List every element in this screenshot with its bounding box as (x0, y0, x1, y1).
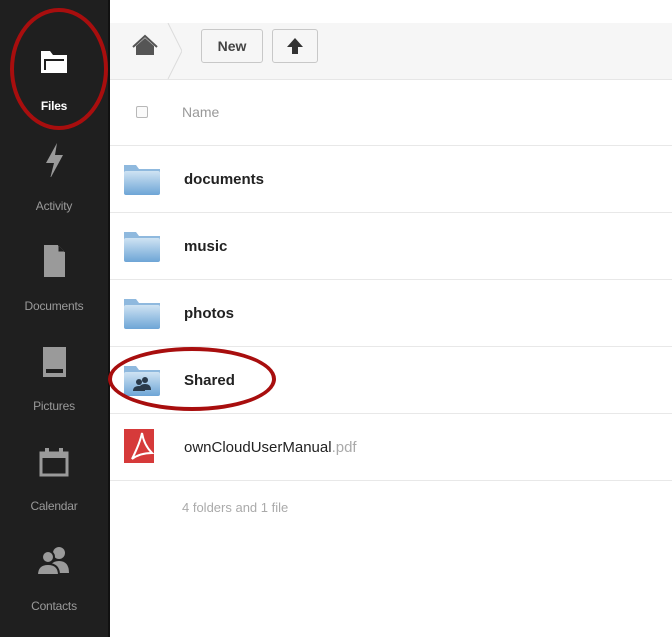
sidebar-item-label: Activity (35, 199, 73, 213)
folder-icon (124, 299, 160, 329)
file-row-documents[interactable]: documents (110, 146, 672, 213)
sidebar-item-label: Calendar (30, 499, 78, 513)
folder-icon (124, 232, 160, 262)
sidebar-item-label: Documents (24, 299, 84, 313)
sidebar-item-calendar[interactable]: Calendar (0, 415, 108, 515)
file-name: ownCloudUserManual.pdf (184, 439, 357, 456)
select-all-checkbox[interactable] (136, 106, 148, 118)
sidebar-item-activity[interactable]: Activity (0, 115, 108, 215)
file-name: Shared (184, 372, 235, 389)
lightning-icon (46, 143, 63, 177)
file-extension: .pdf (331, 439, 357, 456)
folder-icon (124, 165, 160, 195)
document-icon (44, 245, 65, 277)
picture-icon (43, 347, 66, 377)
pdf-icon (124, 429, 155, 463)
file-name: music (184, 238, 228, 255)
file-basename: ownCloudUserManual (184, 439, 332, 456)
sidebar-item-label: Pictures (33, 399, 75, 413)
folder-icon (41, 51, 67, 73)
upload-arrow-icon (287, 38, 303, 54)
upload-button[interactable] (272, 29, 318, 63)
app-sidebar: Files Activity Documents Pictures Calend… (0, 0, 110, 637)
file-row-music[interactable]: music (110, 213, 672, 280)
contacts-icon (37, 547, 69, 576)
files-toolbar: New (110, 22, 672, 80)
file-summary: 4 folders and 1 file (182, 500, 289, 515)
sidebar-item-pictures[interactable]: Pictures (0, 315, 108, 415)
home-icon (132, 22, 183, 80)
sidebar-item-label: Files (40, 99, 68, 113)
sidebar-item-contacts[interactable]: Contacts (0, 515, 108, 615)
file-list-header: Name (110, 80, 672, 146)
name-column-header[interactable]: Name (182, 104, 219, 120)
file-row-owncloudusermanual[interactable]: ownCloudUserManual.pdf (110, 414, 672, 481)
shared-folder-icon (124, 366, 160, 396)
sidebar-item-label: Contacts (31, 599, 77, 613)
file-row-photos[interactable]: photos (110, 280, 672, 347)
sidebar-item-documents[interactable]: Documents (0, 215, 108, 315)
file-name: photos (184, 305, 234, 322)
sidebar-item-files[interactable]: Files (0, 15, 108, 115)
file-name: documents (184, 171, 265, 188)
breadcrumb-home[interactable] (110, 22, 183, 80)
file-row-shared[interactable]: Shared (110, 347, 672, 414)
new-button[interactable]: New (201, 29, 263, 63)
calendar-icon (39, 448, 69, 477)
